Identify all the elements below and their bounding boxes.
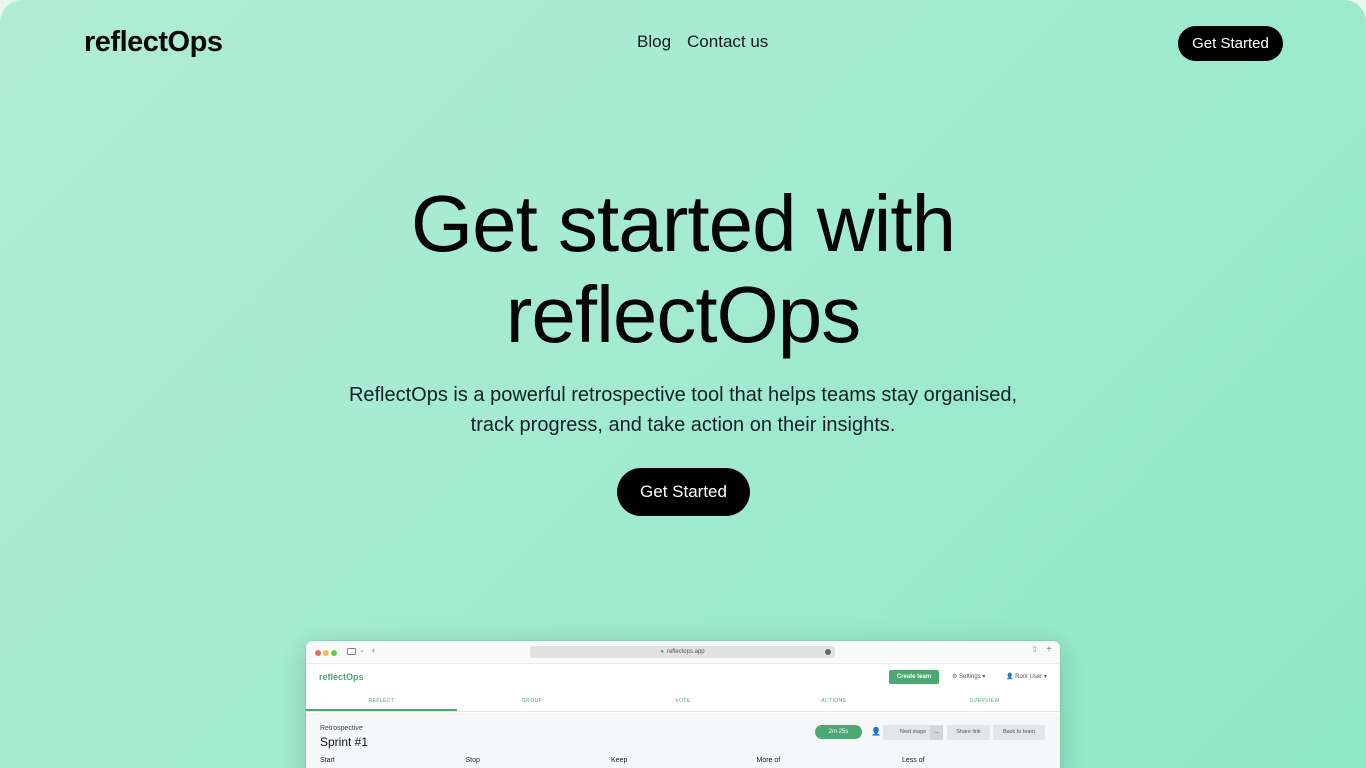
back-to-team-button: Back to team [993,725,1045,740]
next-stage-label: Next stage [899,729,927,735]
window-close-icon [315,650,321,656]
share-icon: ⇧ [1031,645,1038,654]
nav-link-contact[interactable]: Contact us [687,32,768,52]
column-less-of: Less of [902,757,925,764]
app-preview-screenshot: ⌄ ‹ ● reflectops.app ⇧ + reflectOps Creat… [306,641,1060,768]
address-bar-url: reflectops.app [666,649,705,655]
stage-tabs: REFLECT GROUP VOTE ACTIONS OVERVIEW [306,694,1060,712]
address-bar: ● reflectops.app [530,646,835,658]
top-nav: Blog Contact us [637,32,768,52]
person-icon: 👤 [871,727,881,736]
hero-title-line: Get started with [410,179,956,268]
tab-group: GROUP [522,698,543,704]
arrow-right-icon: → [930,725,943,740]
tab-overview: OVERVIEW [969,698,1000,704]
hero-subtitle-line: ReflectOps is a powerful retrospective t… [348,384,1018,406]
next-stage-button: Next stage → [883,725,943,740]
column-more-of: More of [756,757,781,764]
site-logo[interactable]: reflectOps [84,26,223,59]
back-arrow-icon: ‹ [372,645,375,655]
new-tab-icon: + [1046,644,1052,655]
shield-icon: ● [660,649,664,655]
header-get-started-button[interactable]: Get Started [1178,26,1283,61]
user-menu: 👤 Root User ▾ [1006,674,1047,680]
landing-page: reflectOps Blog Contact us Get Started G… [0,0,1366,768]
settings-menu: ⚙ Settings ▾ [952,674,986,680]
hero-subtitle: ReflectOps is a powerful retrospective t… [0,380,1366,440]
chevron-down-icon: ⌄ [359,647,365,654]
hero-title: Get started with reflectOps [0,178,1366,360]
tab-actions: ACTIONS [821,698,847,704]
retro-label: Retrospective [320,725,363,732]
nav-link-blog[interactable]: Blog [637,32,671,52]
share-link-button: Share link [947,725,990,740]
user-name: Root User [1015,674,1043,680]
app-logo: reflectOps [319,672,364,682]
retro-title: Sprint #1 [320,735,369,749]
hero-title-line: reflectOps [505,270,862,359]
reload-icon [825,649,831,655]
tab-reflect: REFLECT [306,694,457,711]
board-columns: Start Stop Keep More of Less of [320,757,1048,764]
column-start: Start [320,757,335,764]
column-stop: Stop [465,757,480,764]
settings-label: Settings [959,674,981,680]
browser-toolbar: ⌄ ‹ ● reflectops.app ⇧ + [306,641,1060,664]
hero-subtitle-line: track progress, and take action on their… [470,414,896,436]
create-team-button: Create team [889,670,939,684]
retro-board: Retrospective Sprint #1 2m 25s 👤 Next st… [306,713,1060,768]
hero-get-started-button[interactable]: Get Started [617,468,750,516]
tab-vote: VOTE [675,698,691,704]
column-keep: Keep [611,757,628,764]
timer-badge: 2m 25s [815,725,862,739]
window-minimize-icon [323,650,329,656]
sidebar-toggle-icon [347,648,356,655]
window-maximize-icon [331,650,337,656]
